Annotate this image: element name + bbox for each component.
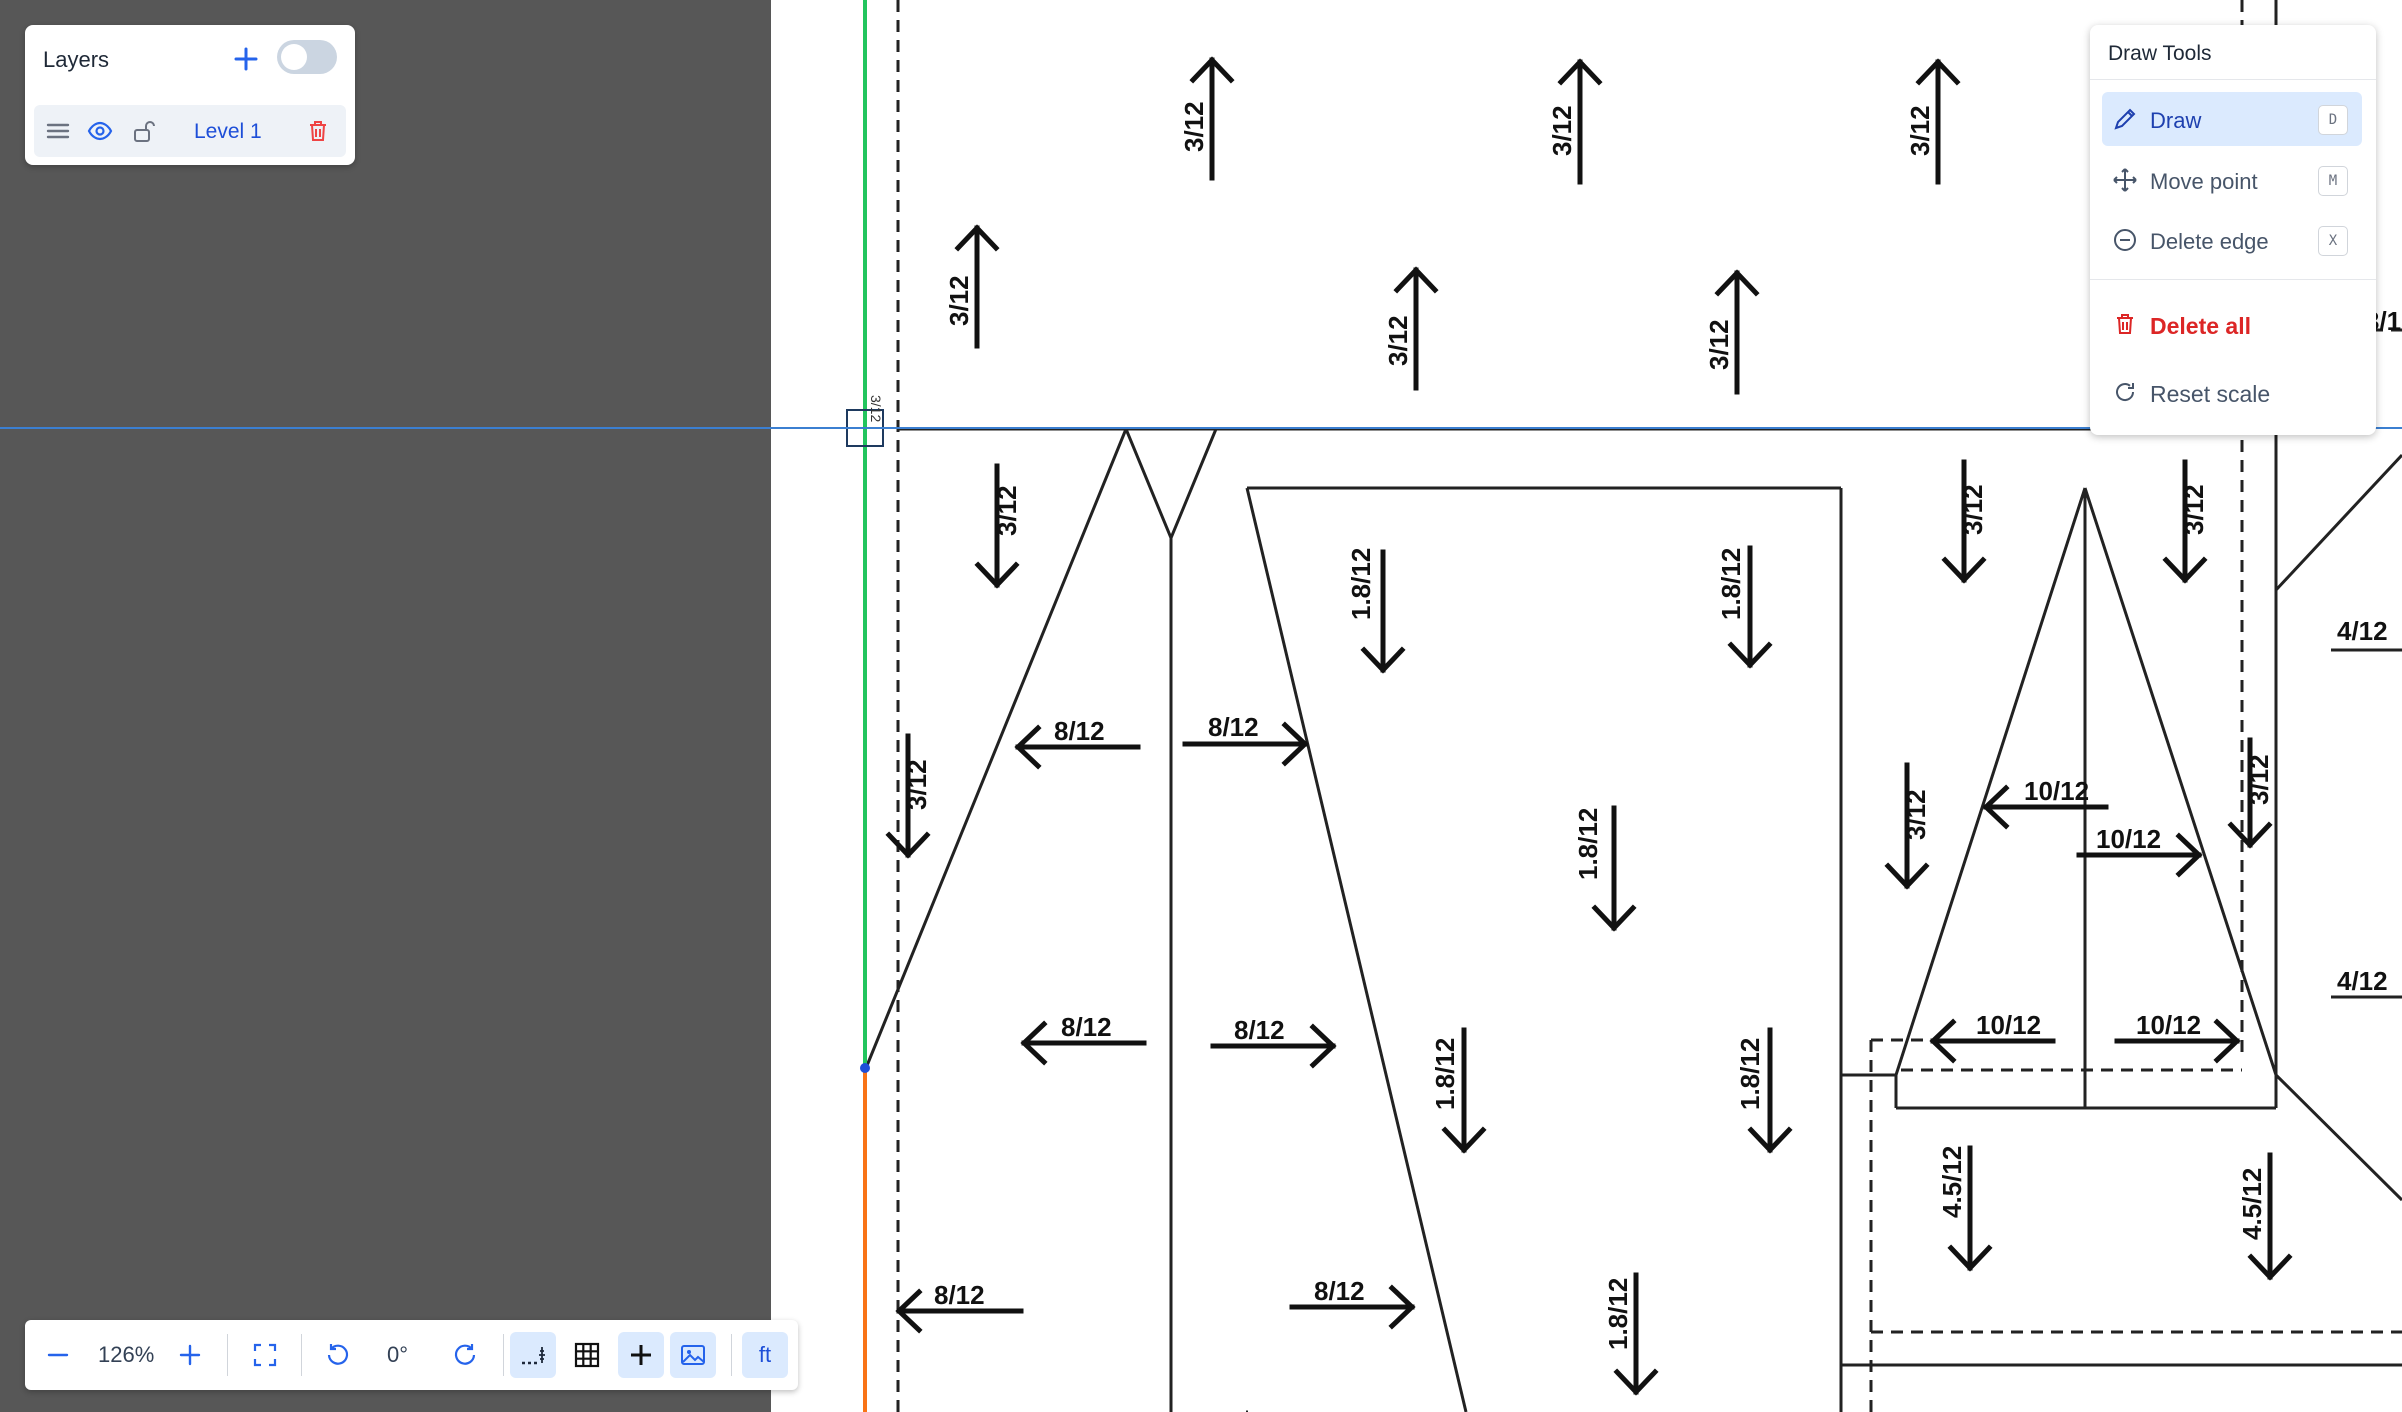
pitch-label: 3/12 — [944, 275, 974, 326]
draw-tool-button[interactable]: Draw D — [2102, 92, 2362, 146]
pitch-label: 3/12 — [2244, 754, 2274, 805]
minus-circle-icon — [2114, 229, 2136, 251]
layer-name[interactable]: Level 1 — [194, 120, 262, 144]
drawn-point[interactable] — [860, 1063, 870, 1073]
pitch-label: 1.8/12 — [1573, 808, 1603, 880]
unlock-icon[interactable] — [130, 117, 158, 145]
rotate-right-icon — [454, 1344, 476, 1365]
divider — [2090, 279, 2376, 280]
pitch-label: 8/12 — [1054, 716, 1105, 746]
layer-row[interactable]: Level 1 — [34, 105, 346, 157]
layers-panel: Layers Level 1 — [25, 25, 355, 165]
crosshair-plus-icon — [631, 1345, 651, 1365]
zoom-out-button[interactable] — [35, 1332, 81, 1378]
pitch-label: 3/12 — [1547, 105, 1577, 156]
pitch-label: 3/12 — [992, 485, 1022, 536]
rotate-left-icon — [327, 1344, 349, 1365]
pitch-label: 1.8/12 — [1603, 1278, 1633, 1350]
refresh-icon — [2116, 383, 2135, 401]
pitch-label: 3/12 — [1179, 101, 1209, 152]
trash-icon[interactable] — [304, 117, 332, 145]
delete-edge-tool-label: Delete edge — [2150, 229, 2269, 254]
pencil-icon — [2114, 108, 2136, 130]
pitch-label: 4.5/12 — [2237, 1168, 2267, 1240]
view-toolbar: 126% 0° ft — [25, 1320, 798, 1390]
pitch-label: 4.5/12 — [1937, 1146, 1967, 1218]
pitch-label: 3/12 — [1905, 105, 1935, 156]
drag-handle-icon[interactable] — [44, 117, 72, 145]
plus-icon — [234, 47, 258, 71]
reset-scale-label: Reset scale — [2150, 381, 2271, 407]
horizontal-guide-line — [0, 427, 2402, 429]
pitch-label: 4/12 — [2337, 966, 2388, 996]
pitch-label: 10/12 — [2096, 824, 2161, 854]
delete-edge-tool-button[interactable]: Delete edge X — [2102, 213, 2362, 267]
corner-pitch-label: 3/12 — [868, 395, 884, 422]
pitch-label: 1.8/12 — [1735, 1038, 1765, 1110]
add-layer-button[interactable] — [228, 41, 264, 77]
divider — [227, 1334, 228, 1376]
eye-icon[interactable] — [86, 117, 114, 145]
pitch-label: 3/12 — [902, 759, 932, 810]
plus-icon — [179, 1344, 201, 1366]
grid-button[interactable] — [564, 1332, 610, 1378]
rotation-angle: 0° — [387, 1342, 409, 1367]
delete-all-button[interactable]: Delete all — [2102, 297, 2362, 351]
draw-tool-label: Draw — [2150, 108, 2202, 133]
toggle-knob — [281, 44, 307, 70]
background-image-button[interactable] — [670, 1332, 716, 1378]
pitch-label: 8/12 — [934, 1280, 985, 1310]
draw-tools-title: Draw Tools — [2108, 42, 2212, 65]
draw-tools-panel: Draw Tools Draw D Move point M Delete ed… — [2090, 25, 2376, 435]
move-icon — [2113, 168, 2137, 192]
rotate-right-button[interactable] — [442, 1332, 488, 1378]
trash-icon — [2117, 314, 2133, 334]
pitch-label: 3/12 — [1958, 484, 1988, 535]
unit-toggle-button[interactable]: ft — [742, 1332, 788, 1378]
shortcut-badge: D — [2318, 105, 2348, 135]
pitch-label: 1.8/12 — [1716, 548, 1746, 620]
move-point-tool-button[interactable]: Move point M — [2102, 153, 2362, 207]
pitch-label: 3/12 — [1901, 789, 1931, 840]
pitch-label: 8/12 — [1234, 1015, 1285, 1045]
canvas-workspace[interactable]: 3/12 3/12 3/12 3/12 3/12 3/12 3/12 3/12 … — [0, 0, 2402, 1412]
pitch-label: 8/12 — [1208, 712, 1259, 742]
minus-icon — [47, 1353, 69, 1357]
pitch-label: 3/12 — [1383, 315, 1413, 366]
layers-title: Layers — [43, 47, 110, 72]
rotate-left-button[interactable] — [315, 1332, 361, 1378]
pitch-label: 3/12 — [2179, 484, 2209, 535]
pitch-label: 10/12 — [1976, 1010, 2041, 1040]
zoom-level: 126% — [98, 1342, 155, 1367]
pitch-label: 1.8/12 — [1430, 1038, 1460, 1110]
reset-scale-button[interactable]: Reset scale — [2102, 365, 2362, 419]
pitch-label: 3/12 — [1704, 319, 1734, 370]
shortcut-badge: M — [2318, 166, 2348, 196]
divider — [731, 1334, 732, 1376]
image-icon — [681, 1345, 705, 1365]
move-point-tool-label: Move point — [2150, 169, 2258, 194]
pitch-label: 4/12 — [2337, 616, 2388, 646]
divider — [301, 1334, 302, 1376]
pitch-label: 10/12 — [2024, 776, 2089, 806]
fit-screen-button[interactable] — [242, 1332, 288, 1378]
fullscreen-icon — [253, 1343, 277, 1367]
zoom-in-button[interactable] — [167, 1332, 213, 1378]
divider — [2090, 79, 2376, 80]
measure-button[interactable] — [510, 1332, 556, 1378]
divider — [503, 1334, 504, 1376]
delete-all-label: Delete all — [2150, 313, 2251, 339]
pitch-label: 1.8/12 — [1346, 548, 1376, 620]
shortcut-badge: X — [2318, 226, 2348, 256]
measure-icon — [522, 1347, 545, 1365]
pitch-label: 10/12 — [2136, 1010, 2201, 1040]
crosshair-button[interactable] — [618, 1332, 664, 1378]
pitch-label: 8/12 — [1061, 1012, 1112, 1042]
layers-toggle[interactable] — [277, 40, 337, 74]
grid-icon — [574, 1342, 600, 1368]
pitch-label: 8/12 — [1314, 1276, 1365, 1306]
